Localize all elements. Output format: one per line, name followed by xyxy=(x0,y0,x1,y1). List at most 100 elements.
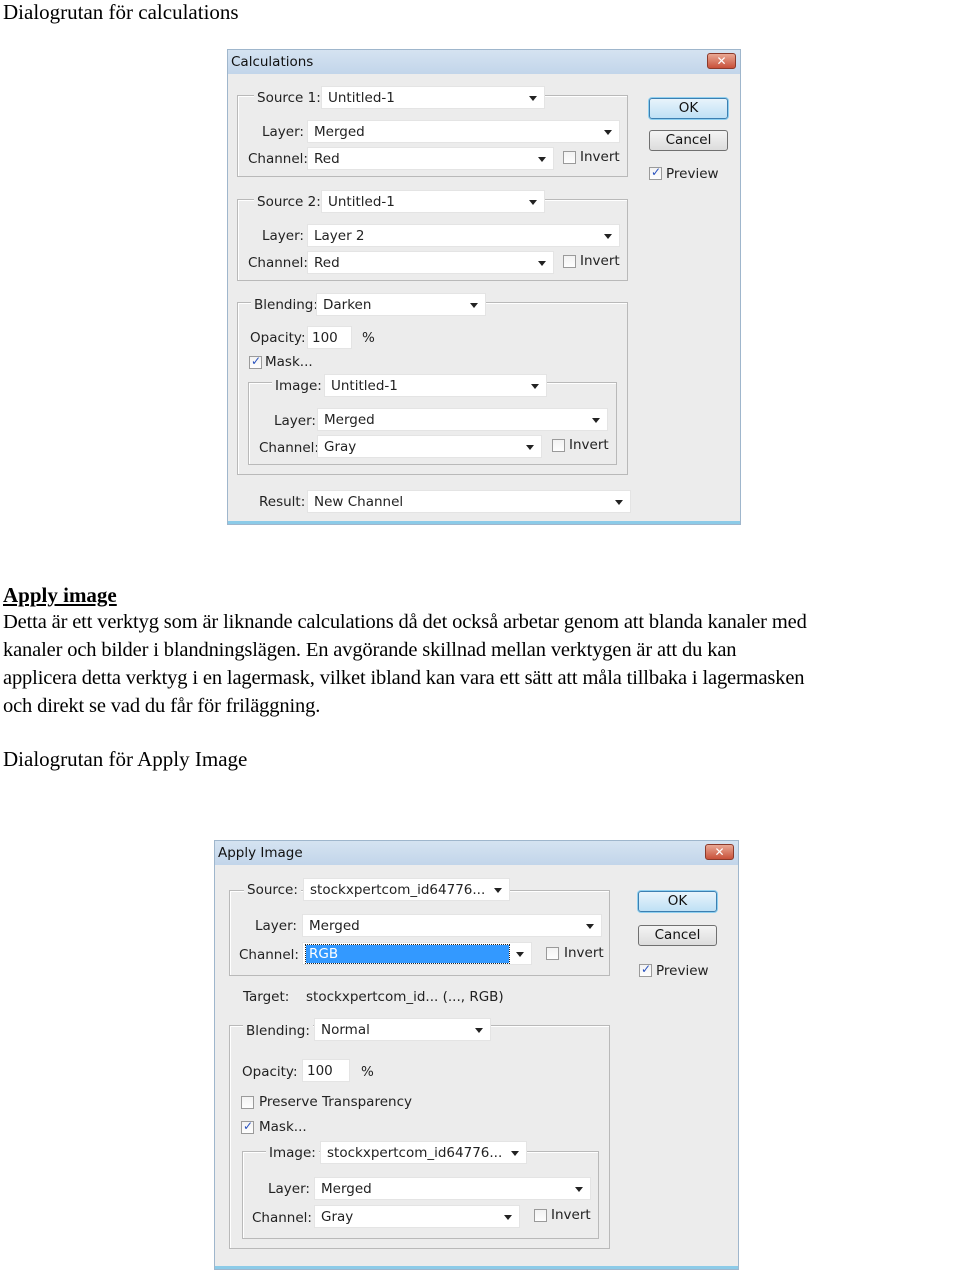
dialog-title: Calculations xyxy=(231,54,314,70)
close-icon[interactable]: ✕ xyxy=(705,844,734,860)
preview-label: Preview xyxy=(666,166,719,182)
mask-layer-label: Layer: xyxy=(268,1181,310,1197)
channel-select[interactable]: RGB xyxy=(302,942,532,965)
preserve-transparency-checkbox[interactable] xyxy=(241,1096,254,1109)
source-select[interactable]: stockxpertcom_id64776... xyxy=(303,878,510,901)
percent-label: % xyxy=(361,1064,374,1080)
mask-channel-select[interactable]: Gray xyxy=(317,435,542,458)
chevron-down-icon xyxy=(604,130,612,135)
invert1-label: Invert xyxy=(580,149,620,165)
source1-select[interactable]: Untitled-1 xyxy=(321,86,545,109)
chevron-down-icon xyxy=(475,1028,483,1033)
title-bar[interactable]: Apply Image ✕ xyxy=(215,841,738,865)
mask-invert-checkbox[interactable] xyxy=(534,1209,547,1222)
ok-button[interactable]: OK xyxy=(649,98,728,119)
chevron-down-icon xyxy=(526,445,534,450)
apply-image-dialog: Apply Image ✕ Source: stockxpertcom_id64… xyxy=(214,840,739,1270)
mask-checkbox[interactable] xyxy=(241,1119,254,1134)
mask-channel-value: Gray xyxy=(321,1209,354,1225)
mask-image-select[interactable]: Untitled-1 xyxy=(324,374,547,397)
preview-checkbox[interactable] xyxy=(639,962,652,977)
preview-checkbox[interactable] xyxy=(649,165,662,180)
channel1-select[interactable]: Red xyxy=(307,147,554,170)
percent-label: % xyxy=(362,330,375,346)
mask-invert-checkbox[interactable] xyxy=(552,439,565,452)
mask-channel-label: Channel: xyxy=(252,1210,312,1226)
mask-image-label: Image: xyxy=(272,378,325,394)
mask-image-label: Image: xyxy=(266,1145,319,1161)
source2-value: Untitled-1 xyxy=(328,194,395,210)
mask-image-select[interactable]: stockxpertcom_id64776... xyxy=(320,1141,527,1164)
layer-value: Merged xyxy=(309,918,360,934)
layer2-label: Layer: xyxy=(262,228,304,244)
channel-value: RGB xyxy=(305,944,510,964)
paragraph-line: Detta är ett verktyg som är liknande cal… xyxy=(3,611,807,633)
paragraph-line: och direkt se vad du får för friläggning… xyxy=(3,695,321,717)
channel2-select[interactable]: Red xyxy=(307,251,554,274)
chevron-down-icon xyxy=(504,1215,512,1220)
mask-channel-select[interactable]: Gray xyxy=(314,1205,520,1228)
mask-checkbox[interactable] xyxy=(249,354,262,369)
layer-label: Layer: xyxy=(255,918,297,934)
source2-select[interactable]: Untitled-1 xyxy=(321,190,545,213)
chevron-down-icon xyxy=(516,952,524,957)
channel1-label: Channel: xyxy=(248,151,308,167)
mask-invert-label: Invert xyxy=(569,437,609,453)
opacity-input[interactable]: 100 xyxy=(307,326,352,349)
blending-select[interactable]: Normal xyxy=(314,1018,491,1041)
mask-layer-select[interactable]: Merged xyxy=(317,408,608,431)
caption-apply-image: Dialogrutan för Apply Image xyxy=(3,747,248,771)
mask-layer-value: Merged xyxy=(321,1181,372,1197)
layer1-select[interactable]: Merged xyxy=(307,120,620,143)
layer-select[interactable]: Merged xyxy=(302,914,602,937)
source-value: stockxpertcom_id64776... xyxy=(310,882,486,898)
chevron-down-icon xyxy=(531,384,539,389)
invert-checkbox[interactable] xyxy=(546,947,559,960)
target-value: stockxpertcom_id... (..., RGB) xyxy=(306,989,504,1005)
opacity-input[interactable]: 100 xyxy=(302,1059,350,1082)
blending-label: Blending: xyxy=(243,1023,313,1039)
result-select[interactable]: New Channel xyxy=(307,490,631,513)
invert1-checkbox[interactable] xyxy=(563,151,576,164)
mask-layer-value: Merged xyxy=(324,412,375,428)
channel2-value: Red xyxy=(314,255,340,271)
source-label: Source: xyxy=(244,882,301,898)
source2-label: Source 2: xyxy=(254,194,324,210)
cancel-button[interactable]: Cancel xyxy=(649,130,728,151)
paragraph-line: kanaler och bilder i blandningslägen. En… xyxy=(3,639,737,661)
blending-value: Normal xyxy=(321,1022,370,1038)
mask-channel-value: Gray xyxy=(324,439,357,455)
title-bar[interactable]: Calculations ✕ xyxy=(228,50,740,74)
source1-value: Untitled-1 xyxy=(328,90,395,106)
mask-channel-label: Channel: xyxy=(259,440,319,456)
blending-label: Blending: xyxy=(251,297,321,313)
chevron-down-icon xyxy=(494,888,502,893)
chevron-down-icon xyxy=(592,418,600,423)
dialog-title: Apply Image xyxy=(218,845,303,861)
blending-value: Darken xyxy=(323,297,372,313)
caption-calculations: Dialogrutan för calculations xyxy=(3,0,239,24)
mask-layer-select[interactable]: Merged xyxy=(314,1177,591,1200)
invert2-checkbox[interactable] xyxy=(563,255,576,268)
ok-button[interactable]: OK xyxy=(638,891,717,912)
bottom-border xyxy=(228,521,740,524)
invert-label: Invert xyxy=(564,945,604,961)
paragraph-line: applicera detta verktyg i en lagermask, … xyxy=(3,667,805,689)
opacity-value: 100 xyxy=(307,1063,333,1079)
channel2-label: Channel: xyxy=(248,255,308,271)
chevron-down-icon xyxy=(538,261,546,266)
mask-image-value: Untitled-1 xyxy=(331,378,398,394)
chevron-down-icon xyxy=(529,96,537,101)
layer1-label: Layer: xyxy=(262,124,304,140)
cancel-button[interactable]: Cancel xyxy=(638,925,717,946)
result-value: New Channel xyxy=(314,494,404,510)
mask-image-value: stockxpertcom_id64776... xyxy=(327,1145,503,1161)
layer2-select[interactable]: Layer 2 xyxy=(307,224,620,247)
close-icon[interactable]: ✕ xyxy=(707,53,736,69)
chevron-down-icon xyxy=(604,234,612,239)
mask-label: Mask... xyxy=(259,1119,307,1135)
preview-label: Preview xyxy=(656,963,709,979)
opacity-label: Opacity: xyxy=(250,330,306,346)
blending-select[interactable]: Darken xyxy=(316,293,486,316)
opacity-value: 100 xyxy=(312,330,338,346)
